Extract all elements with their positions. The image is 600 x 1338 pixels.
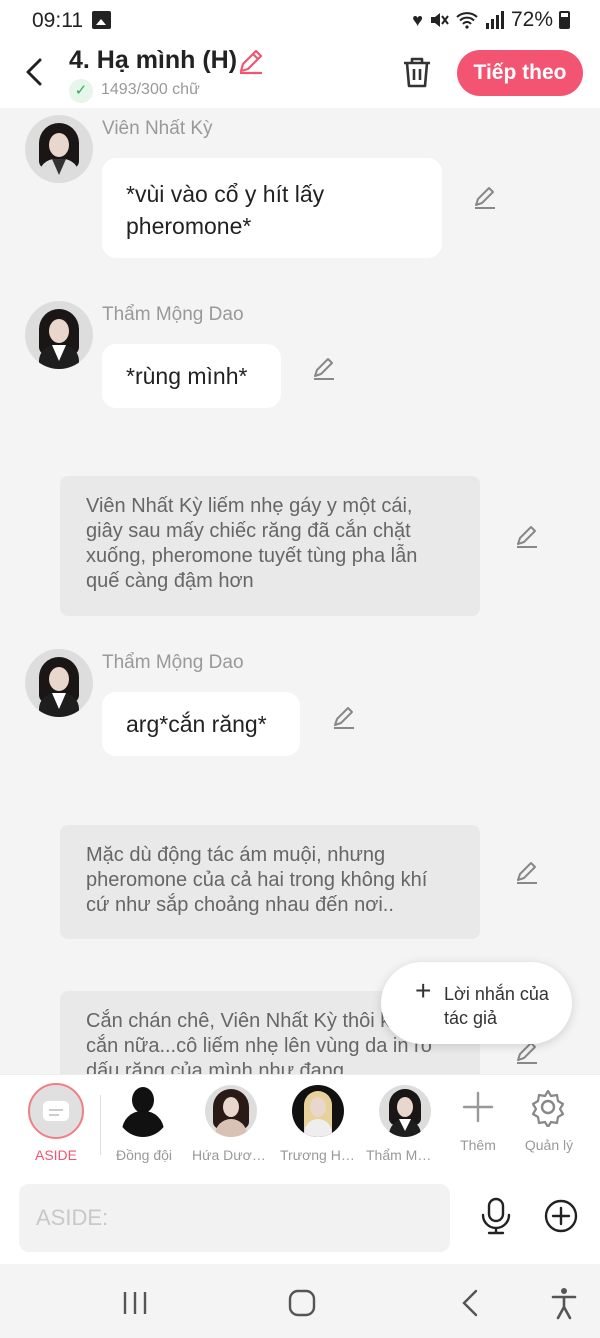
speaker-name: Viên Nhất Kỳ [102,118,213,139]
signal-icon [485,11,504,29]
accessibility-button[interactable] [547,1286,581,1320]
system-nav-bar [0,1264,600,1338]
pencil-icon [239,49,263,75]
microphone-icon [481,1197,511,1235]
edit-message-button[interactable] [331,704,357,730]
edit-message-button[interactable] [472,184,498,210]
gear-icon [531,1089,565,1129]
pencil-icon [475,187,495,209]
speaker-name: Thẩm Mộng Dao [102,652,244,673]
status-time: 09:11 [32,9,83,32]
speaker-name: Thẩm Mộng Dao [102,304,244,325]
message-bubble[interactable]: *rùng mình* [102,344,281,408]
avatar-hua-duong[interactable] [205,1085,257,1137]
voice-button[interactable] [478,1196,514,1236]
narration-block[interactable]: Mặc dù động tác ám muội, nhưng pheromone… [60,825,480,939]
editor-header: 4. Hạ mình (H) ✓ 1493/300 chữ Tiếp theo [0,42,600,108]
message-input[interactable] [19,1184,450,1252]
add-label: Thêm [460,1137,496,1153]
story-chat: Viên Nhất Kỳ *vùi vào cổ y hít lấy phero… [0,108,600,1074]
chapter-title: 4. Hạ mình (H) [69,46,238,74]
plus-icon [462,1091,494,1123]
next-button[interactable]: Tiếp theo [457,50,583,96]
wifi-icon [456,12,478,29]
teammate-button[interactable] [117,1085,169,1137]
battery-icon [559,11,570,29]
pencil-icon [517,862,537,884]
word-count: 1493/300 chữ [101,81,200,98]
edit-message-button[interactable] [514,859,540,885]
home-button[interactable] [285,1286,319,1320]
status-icons: ♥ 72% [412,8,570,32]
character-label: Trương Hân [280,1147,356,1163]
chevron-left-icon [26,58,42,86]
message-bubble[interactable]: arg*cắn răng* [102,692,300,756]
add-content-button[interactable] [543,1198,579,1234]
plus-circle-icon [544,1199,578,1233]
back-button[interactable] [20,52,50,92]
pencil-icon [334,707,354,729]
avatar-truong-han[interactable] [292,1085,344,1137]
avatar-tham-mong-dao[interactable] [25,649,93,717]
add-character-button[interactable] [458,1087,498,1127]
narration-block[interactable]: Viên Nhất Kỳ liếm nhẹ gáy y một cái, giâ… [60,476,480,616]
heart-icon: ♥ [412,9,423,30]
avatar-tham-mong-dao-small[interactable] [379,1085,431,1137]
battery-percent: 72% [510,8,553,31]
recent-apps-button[interactable] [118,1286,152,1320]
character-bar: ASIDE Đồng đội Hứa Dương Ngọc Trác Trươn… [0,1074,600,1174]
author-note-label: Lời nhắn của tác giả [444,984,549,1028]
status-bar: 09:11 ♥ 72% [0,0,600,42]
chevron-left-icon [462,1289,478,1317]
edit-message-button[interactable] [311,355,337,381]
character-label: Thẩm Mộng Dao [366,1147,436,1163]
divider [100,1095,101,1155]
pencil-icon [314,358,334,380]
edit-title-button[interactable] [236,46,266,76]
edit-message-button[interactable] [514,523,540,549]
pencil-icon [517,526,537,548]
aside-label: ASIDE [34,1147,77,1163]
avatar-vien-nhat-ky[interactable] [25,115,93,183]
input-row [0,1174,600,1264]
accessibility-icon [551,1288,577,1320]
delete-button[interactable] [400,54,434,90]
aside-button[interactable] [28,1083,84,1139]
mute-icon [430,13,449,27]
home-icon [288,1289,316,1317]
gallery-icon [92,11,111,29]
teammate-label: Đồng đội [115,1147,173,1163]
message-bubble[interactable]: *vùi vào cổ y hít lấy pheromone* [102,158,442,258]
system-back-button[interactable] [454,1286,488,1320]
check-icon: ✓ [69,79,93,103]
manage-button[interactable] [528,1087,568,1129]
recent-apps-icon [123,1292,147,1314]
manage-label: Quản lý [524,1137,574,1153]
plus-icon: + [415,975,432,1006]
message-icon [43,1101,69,1121]
character-label: Hứa Dương Ngọc Trác [192,1147,268,1163]
author-note-button[interactable]: + Lời nhắn của tác giả [381,962,572,1044]
avatar-tham-mong-dao[interactable] [25,301,93,369]
trash-icon [404,57,430,88]
